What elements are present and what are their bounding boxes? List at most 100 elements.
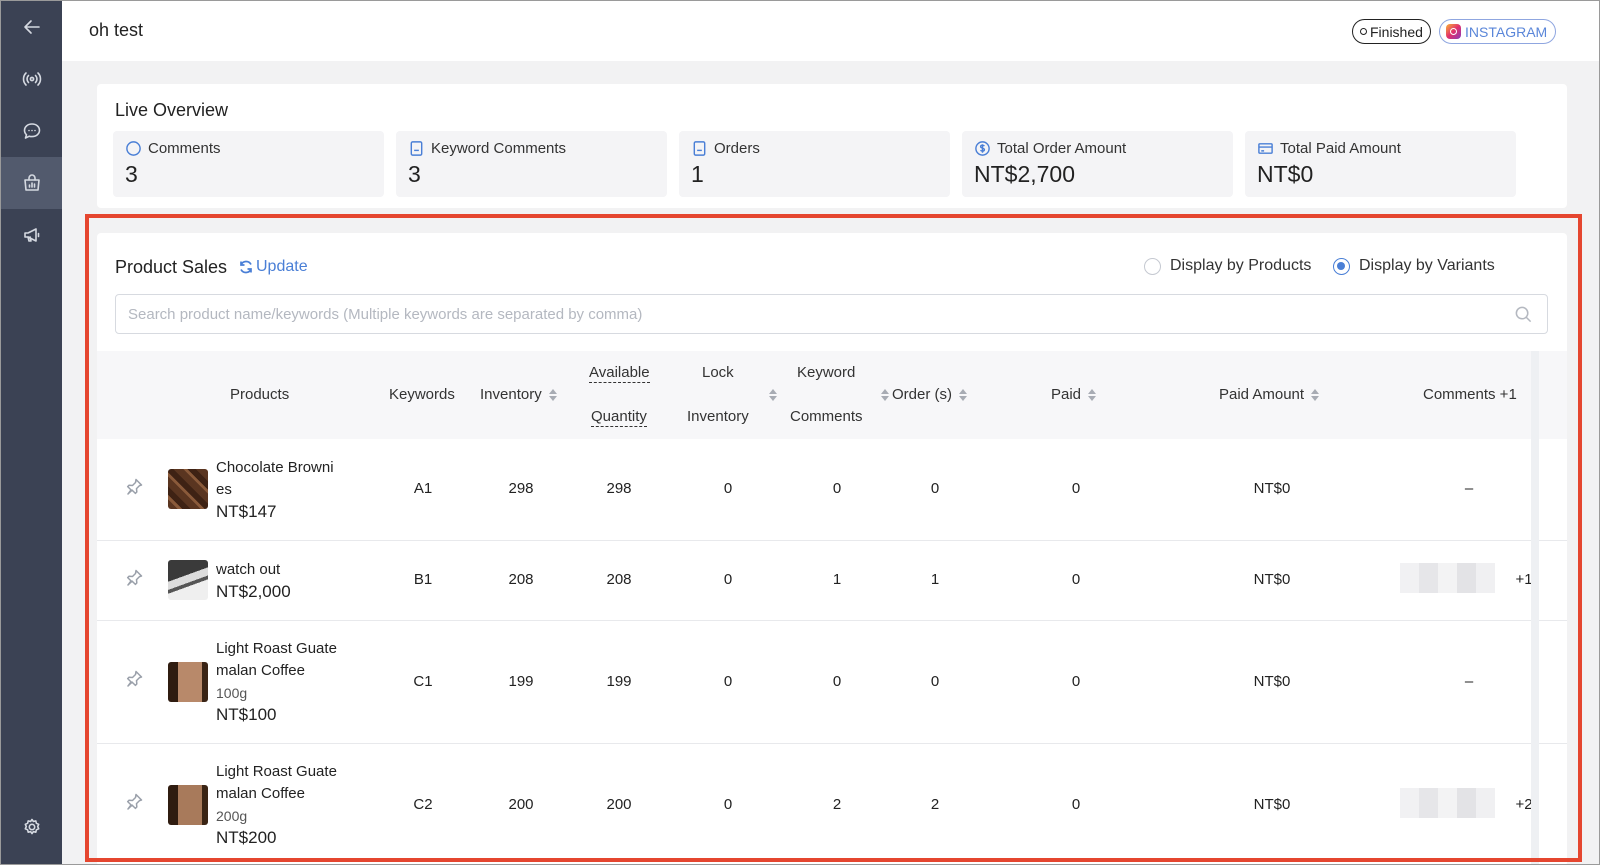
product-name-line-1: Light Roast Guate [216,763,337,780]
col-paid-label: Paid [1051,386,1082,403]
sort-icon[interactable] [548,389,557,402]
product-name-line-1: watch out [216,561,281,578]
col-inventory[interactable]: Inventory [480,384,560,406]
col-orders[interactable]: Order (s) [878,384,970,406]
col-available-quantity-2: Quantity [591,406,647,428]
dollar-icon [975,141,990,156]
sidebar [1,1,62,864]
radio-circle-selected [1333,257,1350,275]
live-overview-card: Live Overview Comments 3 Keyword Comment… [97,84,1567,208]
col-keywords: Keywords [389,386,455,403]
live-overview-title: Live Overview [115,100,229,120]
cell-paid-amount: NT$0 [1253,571,1291,588]
store-analytics-icon [23,174,40,191]
stat-label: Orders [714,140,760,157]
cell-paid: 0 [1071,571,1081,588]
stat-label: Keyword Comments [431,140,567,157]
stat-orders: Orders 1 [679,131,950,197]
cell-orders: 0 [930,673,940,690]
col-available-quantity: Available [589,362,650,384]
table-row: Light Roast Guate malan Coffee 200g NT$2… [97,744,1567,864]
sort-icon [881,389,889,402]
back-arrow-icon [23,20,40,34]
cell-available: 298 [606,480,632,497]
cell-paid: 0 [1071,480,1081,497]
page-title: oh test [89,20,144,40]
product-info: Light Roast Guate malan Coffee 100g NT$1… [216,638,366,726]
radio-circle [1144,257,1161,275]
sidebar-item-product-sales[interactable] [1,157,62,209]
megaphone-icon [23,228,39,242]
refresh-icon [240,260,252,274]
cell-lock: 0 [723,673,733,690]
col-products: Products [230,386,290,403]
cell-available: 200 [606,796,632,813]
back-button[interactable] [1,1,62,53]
sort-icon [1088,389,1097,402]
cell-inventory: 298 [508,480,534,497]
product-variant: 200g [216,808,248,824]
display-by-products-radio[interactable]: Display by Products [1144,257,1311,275]
sidebar-item-settings[interactable] [1,801,62,853]
product-sales-title: Product Sales [115,257,228,277]
update-label: Update [256,258,308,275]
product-info: Light Roast Guate malan Coffee 200g NT$2… [216,761,366,849]
product-name-line-2: es [216,481,232,498]
product-thumbnail [168,662,208,702]
table-row: watch out NT$2,000 B1 208 208 0 1 1 0 NT… [97,541,1567,621]
product-name-line-2: malan Coffee [216,785,305,802]
cell-paid: 0 [1071,673,1081,690]
status-badge: Finished [1352,19,1431,44]
col-paid-amount[interactable]: Paid Amount [1219,384,1322,406]
cell-comments: +1 [1515,571,1533,588]
cell-lock: 0 [723,571,733,588]
cell-keyword-comments: 0 [832,673,842,690]
sidebar-item-live[interactable] [1,53,62,105]
pin-icon[interactable] [124,792,144,812]
product-search-input[interactable] [128,295,1488,333]
cell-paid-amount: NT$0 [1253,796,1291,813]
cell-paid-amount: NT$0 [1253,480,1291,497]
product-thumbnail [168,469,208,509]
update-button[interactable]: Update [238,258,308,276]
cell-inventory: 208 [508,571,534,588]
col-orders-label: Order (s) [892,386,952,403]
stat-value: 3 [125,161,138,187]
stat-value: NT$0 [1257,161,1314,187]
sort-icon [769,389,777,402]
platform-badge: INSTAGRAM [1439,19,1557,44]
stat-total-order-amount: Total Order Amount NT$2,700 [962,131,1233,197]
sidebar-item-announcements[interactable] [1,209,62,261]
sort-icon [959,389,968,402]
product-search-field [115,294,1548,334]
sort-lock-icon[interactable] [766,384,780,406]
platform-badge-label: INSTAGRAM [1465,23,1548,40]
display-by-variants-radio[interactable]: Display by Variants [1333,257,1495,275]
cell-lock: 0 [723,480,733,497]
card-icon [1258,143,1273,154]
product-thumbnail [168,560,208,600]
stat-keyword-comments: Keyword Comments 3 [396,131,667,197]
col-lock-inventory-2: Inventory [687,408,749,425]
cell-keyword: A1 [413,480,433,497]
product-price: NT$2,000 [216,582,291,601]
commenter-avatars-blurred [1400,563,1495,593]
product-name-line-2: malan Coffee [216,662,305,679]
cell-keyword: C2 [413,796,433,813]
cell-keyword-comments: 0 [832,480,842,497]
pin-icon[interactable] [124,669,144,689]
pin-icon[interactable] [124,477,144,497]
cell-available: 208 [606,571,632,588]
cell-comments: – [1464,480,1474,497]
cell-orders: 0 [930,480,940,497]
status-badge-label: Finished [1370,23,1423,40]
col-paid-amount-label: Paid Amount [1219,386,1305,403]
sidebar-item-comments[interactable] [1,105,62,157]
product-thumbnail [168,785,208,825]
product-sales-card: Product Sales Update Display by Products… [97,233,1567,864]
pin-icon[interactable] [124,568,144,588]
search-icon[interactable] [1514,305,1533,324]
instagram-icon [1446,24,1461,39]
gear-icon [24,818,39,835]
col-paid[interactable]: Paid [1051,384,1099,406]
